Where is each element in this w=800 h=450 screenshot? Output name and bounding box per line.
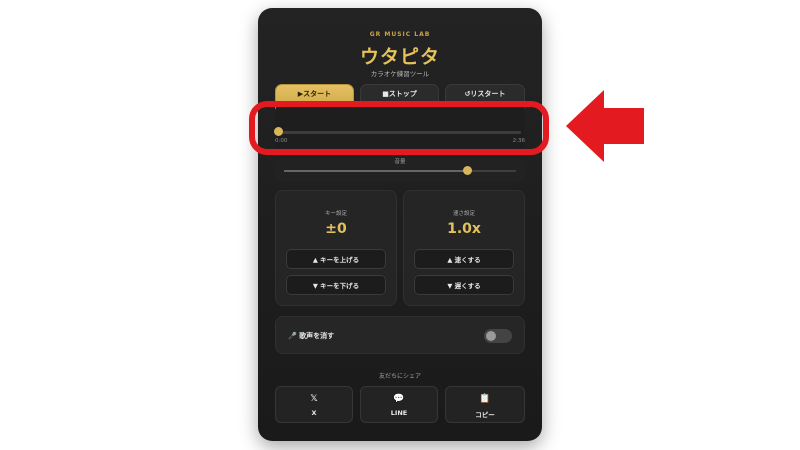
microphone-icon: 🎤 [288, 332, 297, 340]
toggle-knob [486, 331, 496, 341]
restart-button-label: ↺リスタート [464, 90, 506, 98]
left-arrow-icon [566, 90, 644, 162]
share-line-label: LINE [390, 409, 408, 417]
arrow-shape [566, 90, 644, 162]
volume-label: 音量 [394, 159, 406, 165]
key-value: ±0 [325, 221, 347, 237]
share-line-button[interactable]: 💬 LINE [360, 386, 438, 423]
key-label: キー設定 [324, 211, 347, 217]
app-title: ウタピタ [359, 46, 440, 68]
highlight-outline [249, 101, 549, 155]
speed-down-button[interactable]: ▼ 遅くする [414, 275, 514, 295]
vocal-remove-label: 🎤 歌声を消す [288, 331, 334, 341]
share-copy-button[interactable]: 📋 コピー [445, 386, 525, 423]
share-x-button[interactable]: 𝕏 X [275, 386, 353, 423]
vocal-remove-toggle[interactable] [484, 329, 512, 343]
volume-track[interactable] [284, 170, 516, 172]
share-x-label: X [311, 409, 317, 417]
vocal-remove-row: 🎤 歌声を消す [275, 316, 525, 354]
key-down-button[interactable]: ▼ キーを下げる [286, 275, 386, 295]
x-logo-icon: 𝕏 [310, 394, 318, 404]
key-panel: キー設定 ±0 ▲ キーを上げる ▼ キーを下げる [275, 190, 397, 306]
key-up-button[interactable]: ▲ キーを上げる [286, 249, 386, 269]
speech-bubble-icon: 💬 [393, 394, 405, 404]
share-label: 友だちにシェア [378, 373, 421, 380]
volume-fill [284, 170, 468, 172]
vocal-remove-text: 歌声を消す [299, 332, 335, 340]
stop-button-label: ■ストップ [382, 90, 417, 98]
clipboard-icon: 📋 [479, 394, 491, 404]
speed-up-button[interactable]: ▲ 速くする [414, 249, 514, 269]
speed-value: 1.0x [447, 221, 481, 237]
speed-label: 速さ設定 [452, 211, 475, 217]
app-window: GR MUSIC LAB ウタピタ カラオケ練習ツール ▶スタート ■ストップ … [258, 8, 542, 441]
share-copy-label: コピー [475, 411, 495, 419]
start-button-label: ▶スタート [297, 90, 332, 98]
brand-label: GR MUSIC LAB [369, 31, 431, 38]
app-subtitle: カラオケ練習ツール [370, 70, 430, 78]
speed-panel: 速さ設定 1.0x ▲ 速くする ▼ 遅くする [403, 190, 525, 306]
